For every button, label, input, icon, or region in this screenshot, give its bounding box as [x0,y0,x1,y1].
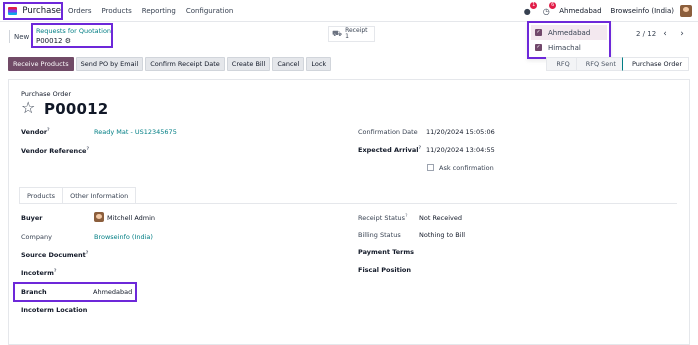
record-type-label: Purchase Order [21,90,72,98]
pager-next-button[interactable]: › [675,27,689,41]
activity-count-badge: 6 [549,2,557,9]
receipt-status-label-text: Receipt Status [358,214,406,222]
company-switcher[interactable]: Ahmedabad [559,7,601,15]
app-switcher[interactable]: Purchase [3,2,63,20]
ask-confirmation-label: Ask confirmation [439,164,494,172]
status-rfq[interactable]: RFQ [546,57,577,71]
vendor-label: Vendor? [21,128,50,136]
breadcrumb-parent-link[interactable]: Requests for Quotation [36,27,111,35]
menu-orders[interactable]: Orders [68,7,92,15]
send-po-email-button[interactable]: Send PO by Email [75,57,144,71]
incoterm-label-text: Incoterm [21,269,54,277]
receipt-count: 1 [345,33,349,40]
confirmation-date-label: Confirmation Date [358,128,418,136]
status-rfq-sent[interactable]: RFQ Sent [575,57,623,71]
chat-icon: ● [523,6,531,16]
incoterm-location-label: Incoterm Location [21,306,88,314]
form-sheet: Purchase Order ☆ P00012 Vendor? Ready Ma… [8,79,690,345]
app-name: Purchase [22,6,61,16]
receive-products-button[interactable]: Receive Products [8,57,74,71]
company-field[interactable]: Browseinfo (India) [94,233,153,241]
chevron-right-icon: › [680,29,684,39]
help-icon[interactable]: ? [86,147,89,152]
expected-arrival-label: Expected Arrival? [358,146,421,154]
billing-status-label: Billing Status [358,231,401,239]
help-icon[interactable]: ? [405,214,407,219]
vendor-label-text: Vendor [21,128,48,136]
status-purchase-order[interactable]: Purchase Order [621,57,689,71]
vendor-field[interactable]: Ready Mat - US12345675 [94,128,177,136]
help-icon[interactable]: ? [54,269,57,274]
menu-reporting[interactable]: Reporting [142,7,176,15]
help-icon[interactable]: ? [419,146,422,151]
new-button[interactable]: New [9,30,33,43]
breadcrumb-current-label: P00012 [36,37,63,45]
breadcrumb-current: P00012 ⚙ [36,37,108,45]
incoterm-label: Incoterm? [21,269,56,277]
cancel-button[interactable]: Cancel [272,57,305,71]
purchase-app-icon [8,7,18,15]
notebook-tabs: Products Other Information [19,187,137,204]
vendor-reference-label: Vendor Reference? [21,147,89,155]
gear-icon[interactable]: ⚙ [65,37,71,45]
menu-configuration[interactable]: Configuration [186,7,233,15]
truck-icon: ⛟ [332,29,343,38]
chat-count-badge: 1 [530,2,538,9]
billing-status-value: Nothing to Bill [419,231,466,239]
receipt-smart-button[interactable]: ⛟ Receipt 1 [328,26,375,42]
main-menu: Orders Products Reporting Configuration [68,0,233,22]
source-document-label: Source Document? [21,251,88,259]
menu-products[interactable]: Products [102,7,132,15]
source-document-label-text: Source Document [21,251,86,259]
company-name[interactable]: Browseinfo (India) [611,7,674,15]
create-bill-button[interactable]: Create Bill [226,57,271,71]
top-navbar: Purchase Orders Products Reporting Confi… [0,0,698,22]
tab-other-information[interactable]: Other Information [62,187,137,204]
buyer-field[interactable]: Mitchell Admin [107,214,155,222]
receipt-status-label: Receipt Status? [358,214,407,222]
lock-button[interactable]: Lock [306,57,332,71]
activity-button[interactable]: ◷ 6 [540,2,557,17]
control-panel: New Requests for Quotation P00012 ⚙ ⛟ Re… [0,22,698,49]
buyer-label: Buyer [21,214,43,222]
confirm-receipt-date-button[interactable]: Confirm Receipt Date [145,57,225,71]
payment-terms-label: Payment Terms [358,248,415,256]
status-bar: RFQ RFQ Sent Purchase Order [546,57,689,71]
breadcrumb: Requests for Quotation P00012 ⚙ [31,23,113,48]
fiscal-position-label: Fiscal Position [358,266,412,274]
expected-arrival-field[interactable]: 11/20/2024 13:04:55 [426,146,495,154]
form-action-buttons: Receive Products Send PO by Email Confir… [8,57,332,71]
branch-label: Branch [21,288,47,296]
po-number: P00012 [44,100,109,118]
ask-confirmation-checkbox[interactable] [427,164,434,171]
navbar-systray: ● 1 ◷ 6 Ahmedabad Browseinfo (India) [521,2,692,20]
expected-arrival-label-text: Expected Arrival [358,146,419,154]
company-label: Company [21,233,52,241]
user-avatar[interactable] [680,5,692,17]
tab-divider [19,203,677,204]
tab-products[interactable]: Products [19,187,64,204]
help-icon[interactable]: ? [47,128,50,133]
chat-button[interactable]: ● 1 [521,2,538,17]
pager-previous-button[interactable]: ‹ [658,27,672,41]
help-icon[interactable]: ? [86,251,89,256]
pager-value[interactable]: 2 / 12 [636,30,656,38]
star-icon[interactable]: ☆ [21,98,35,117]
buyer-avatar [94,212,104,222]
vendor-reference-label-text: Vendor Reference [21,147,87,155]
receipt-status-value: Not Received [419,214,463,222]
confirmation-date-field[interactable]: 11/20/2024 15:05:06 [426,128,495,136]
clock-icon: ◷ [542,6,550,16]
branch-field[interactable]: Ahmedabad [93,288,132,296]
chevron-left-icon: ‹ [663,29,667,39]
